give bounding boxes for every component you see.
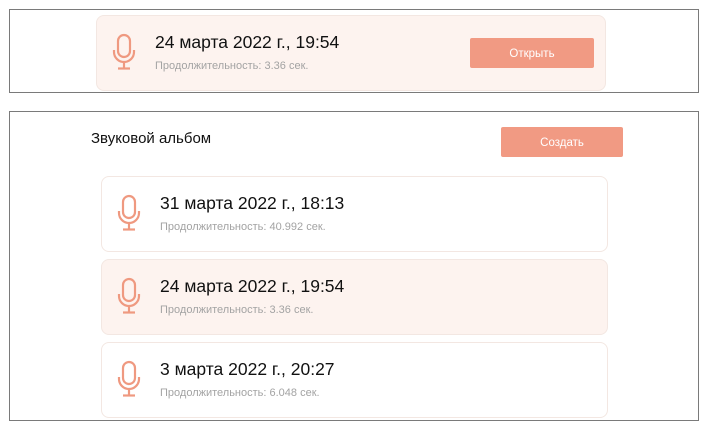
microphone-icon bbox=[117, 277, 141, 314]
record-title: 31 марта 2022 г., 18:13 bbox=[160, 193, 345, 213]
record-title: 24 марта 2022 г., 19:54 bbox=[160, 276, 345, 296]
record-card-selected[interactable]: 24 марта 2022 г., 19:54 Продолжительност… bbox=[101, 259, 608, 335]
record-duration: Продолжительность: 6.048 сек. bbox=[160, 387, 320, 399]
microphone-icon bbox=[117, 194, 141, 231]
record-card[interactable]: 3 марта 2022 г., 20:27 Продолжительность… bbox=[101, 342, 608, 418]
open-button[interactable]: Открыть bbox=[470, 38, 594, 68]
record-duration: Продолжительность: 3.36 сек. bbox=[155, 60, 309, 72]
record-title: 3 марта 2022 г., 20:27 bbox=[160, 359, 335, 379]
create-button[interactable]: Создать bbox=[501, 127, 623, 157]
selected-record-panel: 24 марта 2022 г., 19:54 Продолжительност… bbox=[9, 9, 699, 93]
microphone-icon bbox=[112, 33, 136, 70]
record-card[interactable]: 31 марта 2022 г., 18:13 Продолжительност… bbox=[101, 176, 608, 252]
sound-album-panel: Звуковой альбом Создать 31 марта 2022 г.… bbox=[9, 111, 699, 421]
record-title: 24 марта 2022 г., 19:54 bbox=[155, 32, 340, 52]
microphone-icon bbox=[117, 360, 141, 397]
record-duration: Продолжительность: 40.992 сек. bbox=[160, 221, 326, 233]
record-duration: Продолжительность: 3.36 сек. bbox=[160, 304, 314, 316]
album-title: Звуковой альбом bbox=[91, 130, 212, 147]
selected-record-card: 24 марта 2022 г., 19:54 Продолжительност… bbox=[96, 15, 606, 91]
